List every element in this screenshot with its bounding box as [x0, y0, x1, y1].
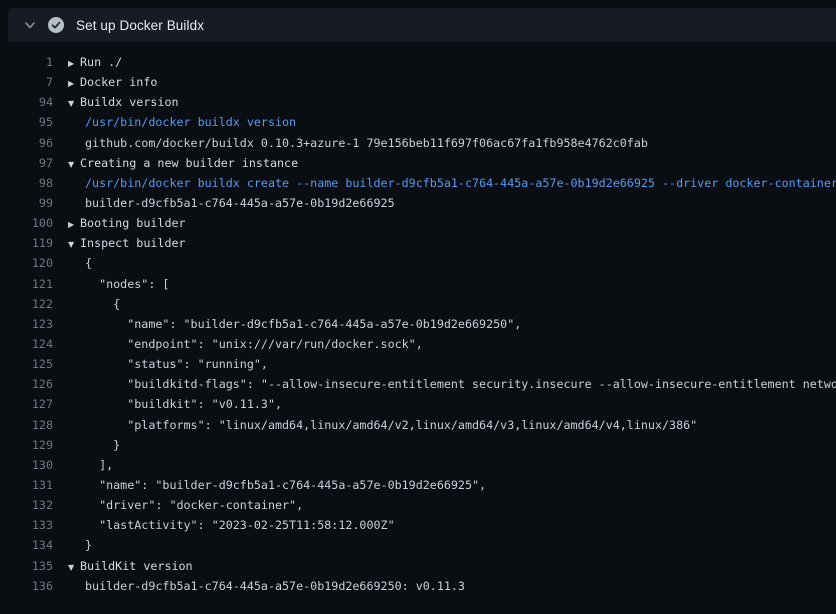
- group-title[interactable]: Inspect builder: [80, 236, 186, 250]
- line-number[interactable]: 95: [0, 112, 53, 132]
- log-line: 1 ▶Run ./: [0, 52, 836, 72]
- log-line: 99 builder-d9cfb5a1-c764-445a-a57e-0b19d2…: [0, 193, 836, 213]
- log-line: 129 }: [0, 435, 836, 455]
- line-number[interactable]: 131: [0, 475, 53, 495]
- log-line: 130 ],: [0, 455, 836, 475]
- log-line: 133 "lastActivity": "2023-02-25T11:58:12…: [0, 515, 836, 535]
- log-line: 135 ▼BuildKit version: [0, 556, 836, 576]
- triangle-down-icon[interactable]: ▼: [68, 235, 80, 253]
- line-number[interactable]: 119: [0, 233, 53, 253]
- log-line: 131 "name": "builder-d9cfb5a1-c764-445a-…: [0, 475, 836, 495]
- command-text: /usr/bin/docker buildx create --name bui…: [85, 176, 836, 190]
- output-text: builder-d9cfb5a1-c764-445a-a57e-0b19d2e6…: [85, 579, 465, 593]
- line-number[interactable]: 123: [0, 314, 53, 334]
- output-text: ],: [85, 458, 113, 472]
- group-title[interactable]: Buildx version: [80, 95, 179, 109]
- output-text: "status": "running",: [85, 357, 268, 371]
- log-line: 7 ▶Docker info: [0, 72, 836, 92]
- output-text: "endpoint": "unix:///var/run/docker.sock…: [85, 337, 423, 351]
- log-line: 98/usr/bin/docker buildx create --name b…: [0, 173, 836, 193]
- log-line: 100 ▶Booting builder: [0, 213, 836, 233]
- group-title[interactable]: Creating a new builder instance: [80, 156, 298, 170]
- log-line: 125 "status": "running",: [0, 354, 836, 374]
- line-number[interactable]: 135: [0, 556, 53, 576]
- log-line: 126 "buildkitd-flags": "--allow-insecure…: [0, 374, 836, 394]
- line-number[interactable]: 127: [0, 394, 53, 414]
- output-text: "platforms": "linux/amd64,linux/amd64/v2…: [85, 418, 697, 432]
- log-line: 96 github.com/docker/buildx 0.10.3+azure-…: [0, 133, 836, 153]
- output-text: "nodes": [: [85, 277, 169, 291]
- group-title[interactable]: Booting builder: [80, 216, 186, 230]
- log-line: 94 ▼Buildx version: [0, 92, 836, 112]
- line-number[interactable]: 133: [0, 515, 53, 535]
- output-text: "buildkit": "v0.11.3",: [85, 397, 282, 411]
- line-number[interactable]: 136: [0, 576, 53, 596]
- line-number[interactable]: 121: [0, 274, 53, 294]
- log-line: 123 "name": "builder-d9cfb5a1-c764-445a-…: [0, 314, 836, 334]
- log-line: 124 "endpoint": "unix:///var/run/docker.…: [0, 334, 836, 354]
- line-number[interactable]: 99: [0, 193, 53, 213]
- triangle-down-icon[interactable]: ▼: [68, 155, 80, 173]
- output-text: "lastActivity": "2023-02-25T11:58:12.000…: [85, 518, 395, 532]
- step-header[interactable]: Set up Docker Buildx: [8, 8, 836, 42]
- output-text: "buildkitd-flags": "--allow-insecure-ent…: [85, 377, 836, 391]
- line-number[interactable]: 122: [0, 294, 53, 314]
- chevron-down-icon[interactable]: [24, 19, 36, 31]
- line-number[interactable]: 96: [0, 133, 53, 153]
- line-number[interactable]: 120: [0, 253, 53, 273]
- log-line: 122 {: [0, 294, 836, 314]
- log-line: 134}: [0, 535, 836, 555]
- output-text: github.com/docker/buildx 0.10.3+azure-1 …: [85, 136, 648, 150]
- check-circle-icon: [48, 17, 64, 33]
- group-title[interactable]: BuildKit version: [80, 559, 193, 573]
- triangle-right-icon[interactable]: ▶: [68, 215, 80, 233]
- line-number[interactable]: 1: [0, 52, 53, 72]
- triangle-down-icon[interactable]: ▼: [68, 558, 80, 576]
- log-line: 121 "nodes": [: [0, 274, 836, 294]
- output-text: }: [85, 538, 92, 552]
- line-number[interactable]: 134: [0, 535, 53, 555]
- line-number[interactable]: 132: [0, 495, 53, 515]
- output-text: {: [85, 256, 92, 270]
- log-viewer: 1▶Run ./7▶Docker info94▼Buildx version95…: [0, 42, 836, 614]
- log-line: 95/usr/bin/docker buildx version: [0, 112, 836, 132]
- group-title[interactable]: Run ./: [80, 55, 122, 69]
- line-number[interactable]: 129: [0, 435, 53, 455]
- log-line: 97 ▼Creating a new builder instance: [0, 153, 836, 173]
- group-title[interactable]: Docker info: [80, 75, 157, 89]
- log-line: 119 ▼Inspect builder: [0, 233, 836, 253]
- output-text: "name": "builder-d9cfb5a1-c764-445a-a57e…: [85, 478, 486, 492]
- line-number[interactable]: 7: [0, 72, 53, 92]
- line-number[interactable]: 100: [0, 213, 53, 233]
- command-text: /usr/bin/docker buildx version: [85, 115, 296, 129]
- line-number[interactable]: 130: [0, 455, 53, 475]
- output-text: builder-d9cfb5a1-c764-445a-a57e-0b19d2e6…: [85, 196, 395, 210]
- line-number[interactable]: 125: [0, 354, 53, 374]
- line-number[interactable]: 128: [0, 415, 53, 435]
- line-number[interactable]: 126: [0, 374, 53, 394]
- output-text: "driver": "docker-container",: [85, 498, 303, 512]
- log-line: 132 "driver": "docker-container",: [0, 495, 836, 515]
- line-number[interactable]: 94: [0, 92, 53, 112]
- output-text: }: [85, 438, 120, 452]
- line-number[interactable]: 97: [0, 153, 53, 173]
- log-line: 136 builder-d9cfb5a1-c764-445a-a57e-0b19d…: [0, 576, 836, 596]
- log-line: 127 "buildkit": "v0.11.3",: [0, 394, 836, 414]
- log-line: 120 {: [0, 253, 836, 273]
- output-text: "name": "builder-d9cfb5a1-c764-445a-a57e…: [85, 317, 521, 331]
- triangle-right-icon[interactable]: ▶: [68, 54, 80, 72]
- output-text: {: [85, 297, 120, 311]
- step-title: Set up Docker Buildx: [76, 18, 204, 33]
- log-line: 128 "platforms": "linux/amd64,linux/amd6…: [0, 415, 836, 435]
- triangle-down-icon[interactable]: ▼: [68, 94, 80, 112]
- triangle-right-icon[interactable]: ▶: [68, 74, 80, 92]
- line-number[interactable]: 98: [0, 173, 53, 193]
- line-number[interactable]: 124: [0, 334, 53, 354]
